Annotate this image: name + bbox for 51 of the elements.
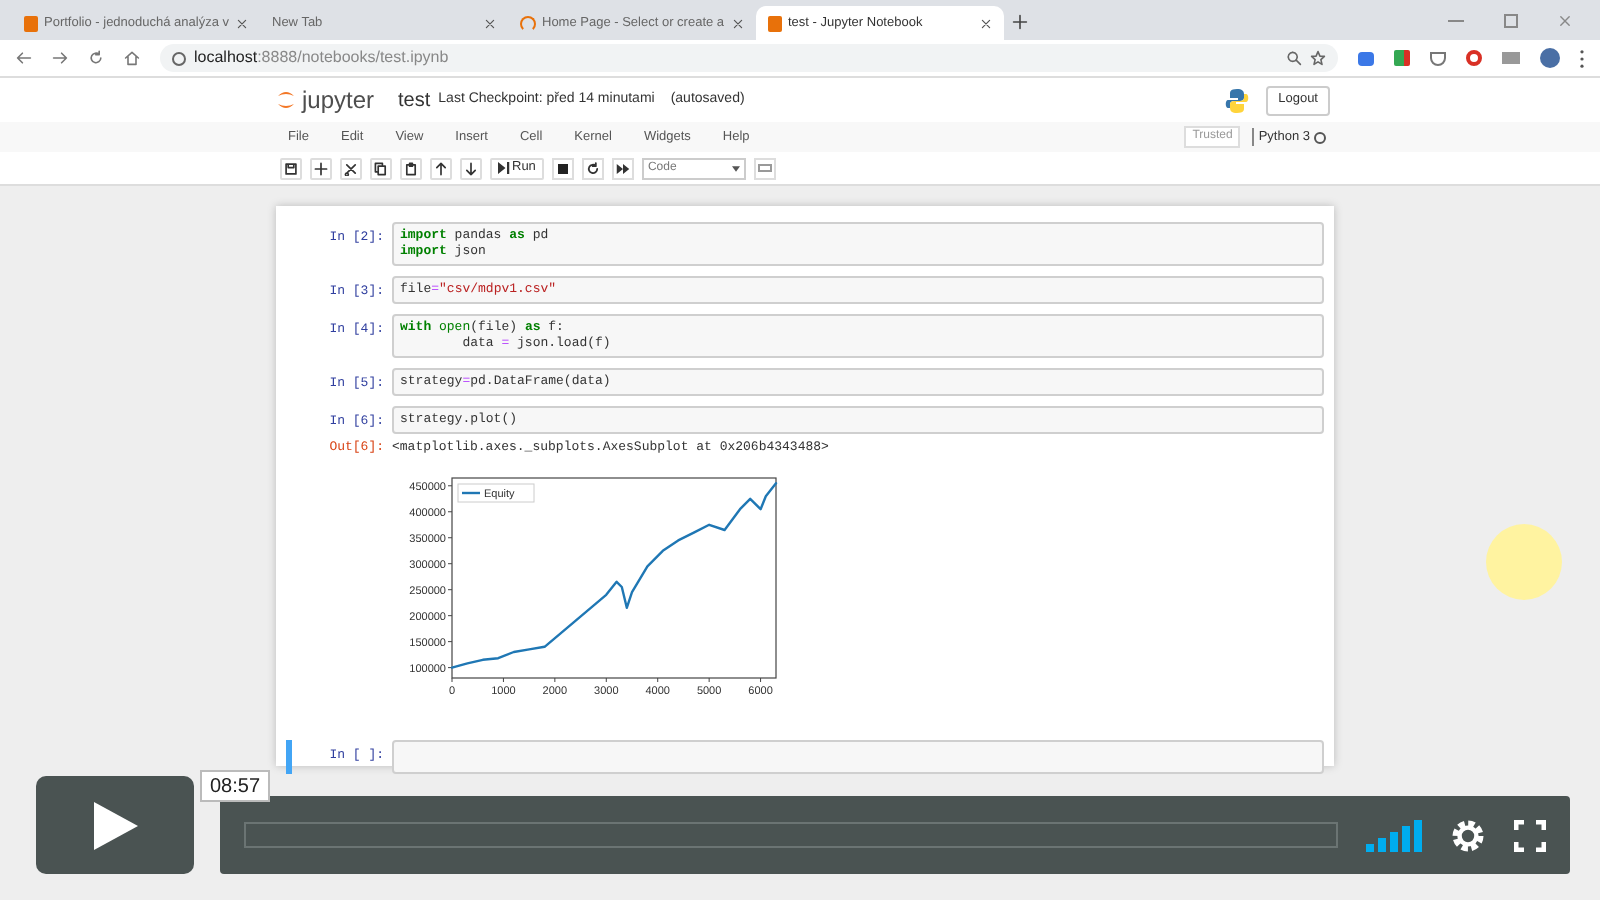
new-tab-icon[interactable] xyxy=(1012,14,1028,30)
close-icon[interactable] xyxy=(236,17,248,29)
url-field[interactable]: localhost:8888/notebooks/test.ipynb xyxy=(160,44,1338,72)
legend xyxy=(457,483,535,502)
star-icon[interactable] xyxy=(1310,50,1326,66)
time-tooltip: 08:57 xyxy=(200,770,271,802)
avatar-icon[interactable] xyxy=(1540,48,1560,68)
page-icon xyxy=(768,15,782,31)
loading-icon xyxy=(520,15,536,31)
ring-icon[interactable] xyxy=(1466,50,1482,66)
run-icon xyxy=(498,162,510,174)
caret-icon xyxy=(731,165,740,171)
close-icon[interactable] xyxy=(484,17,496,29)
settings-icon[interactable] xyxy=(1450,817,1486,853)
back-icon[interactable] xyxy=(16,50,32,66)
extension-icon[interactable] xyxy=(1358,51,1374,65)
scissors-icon[interactable] xyxy=(344,161,358,175)
down-arrow-icon[interactable] xyxy=(464,161,478,175)
keyboard-icon[interactable] xyxy=(753,157,776,179)
cursor-highlight xyxy=(1486,524,1562,600)
play-icon xyxy=(93,801,137,849)
pocket-icon[interactable] xyxy=(1430,51,1446,65)
code-cell[interactable] xyxy=(392,739,1324,774)
play-button[interactable] xyxy=(36,776,194,874)
fullscreen-icon[interactable] xyxy=(1514,819,1546,851)
python-logo-icon xyxy=(1224,87,1251,113)
close-icon[interactable] xyxy=(980,17,992,29)
info-icon xyxy=(172,51,186,65)
close-icon[interactable] xyxy=(732,17,744,29)
restore-icon[interactable] xyxy=(1504,14,1518,28)
fast-forward-icon[interactable] xyxy=(615,163,630,173)
home-icon[interactable] xyxy=(124,50,140,66)
copy-icon[interactable] xyxy=(374,161,388,175)
kernel-status-icon xyxy=(1314,131,1326,143)
restart-icon[interactable] xyxy=(585,161,600,175)
forward-icon[interactable] xyxy=(52,50,68,66)
reload-icon[interactable] xyxy=(88,50,104,66)
page-icon xyxy=(24,15,38,31)
volume-icon[interactable] xyxy=(1366,819,1422,851)
url-path: :8888/notebooks/test.ipynb xyxy=(257,46,449,70)
legend-line xyxy=(462,491,480,494)
up-arrow-icon[interactable] xyxy=(434,161,448,175)
save-icon[interactable] xyxy=(284,161,298,175)
progress-track[interactable] xyxy=(244,822,1338,848)
plus-icon[interactable] xyxy=(314,161,328,175)
url-host: localhost xyxy=(194,46,258,70)
paste-icon[interactable] xyxy=(404,161,418,175)
notebook-name[interactable]: test xyxy=(398,85,431,115)
search-icon[interactable] xyxy=(1286,50,1302,66)
stop-icon[interactable] xyxy=(551,157,574,179)
jupyter-logo[interactable]: jupyter xyxy=(276,82,375,118)
